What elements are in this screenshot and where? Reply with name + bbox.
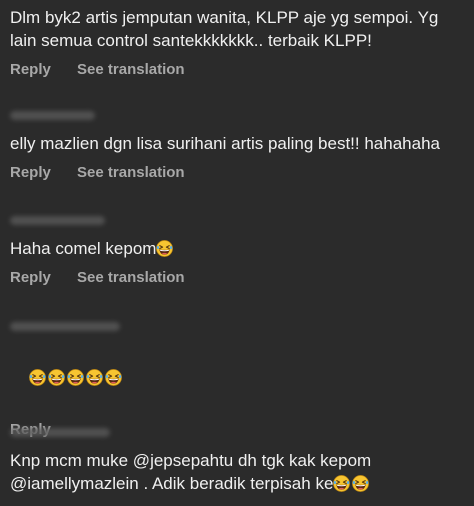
see-translation-link[interactable]: See translation	[77, 269, 185, 287]
blurred-username	[10, 322, 120, 331]
comment-4: Reply	[10, 322, 466, 439]
comment-text: elly mazlien dgn lisa surihani artis pal…	[10, 134, 440, 153]
laughing-emoji-icon	[352, 475, 369, 492]
reply-button[interactable]: Reply	[10, 164, 51, 182]
comment-text-line-2-row: @iamellymazlein . Adik beradik terpisah …	[10, 472, 466, 495]
laughing-emoji-icon	[333, 475, 350, 492]
comment-emoji-row	[10, 343, 466, 412]
comment-3: Haha comel kepom Reply See translation	[10, 216, 466, 287]
comment-actions: Reply See translation	[10, 164, 466, 182]
comment-text-line-1: Knp mcm muke @jepsepahtu dh tgk kak kepo…	[10, 451, 372, 470]
laughing-emoji-icon	[67, 369, 84, 386]
reply-button[interactable]: Reply	[10, 61, 51, 79]
blurred-username	[10, 111, 95, 120]
comment-1: Dlm byk2 artis jemputan wanita, KLPP aje…	[10, 6, 466, 79]
laughing-emoji-icon	[86, 369, 103, 386]
comment-text: Haha comel kepom	[10, 239, 157, 258]
see-translation-link[interactable]: See translation	[77, 164, 185, 182]
comment-actions: Reply See translation	[10, 269, 466, 287]
blurred-username	[10, 216, 105, 225]
comment-text-line-2: @iamellymazlein . Adik beradik terpisah …	[10, 474, 334, 493]
blurred-username	[10, 428, 110, 437]
comment-5: Knp mcm muke @jepsepahtu dh tgk kak kepo…	[10, 428, 466, 495]
comment-2: elly mazlien dgn lisa surihani artis pal…	[10, 111, 466, 182]
comment-text-row: Haha comel kepom	[10, 237, 466, 260]
laughing-emoji-icon	[156, 240, 173, 257]
comment-actions: Reply See translation	[10, 61, 466, 79]
laughing-emoji-icon	[48, 369, 65, 386]
see-translation-link[interactable]: See translation	[77, 61, 185, 79]
laughing-emoji-icon	[105, 369, 122, 386]
comment-text: Dlm byk2 artis jemputan wanita, KLPP aje…	[10, 8, 444, 50]
reply-button[interactable]: Reply	[10, 269, 51, 287]
laughing-emoji-icon	[29, 369, 46, 386]
